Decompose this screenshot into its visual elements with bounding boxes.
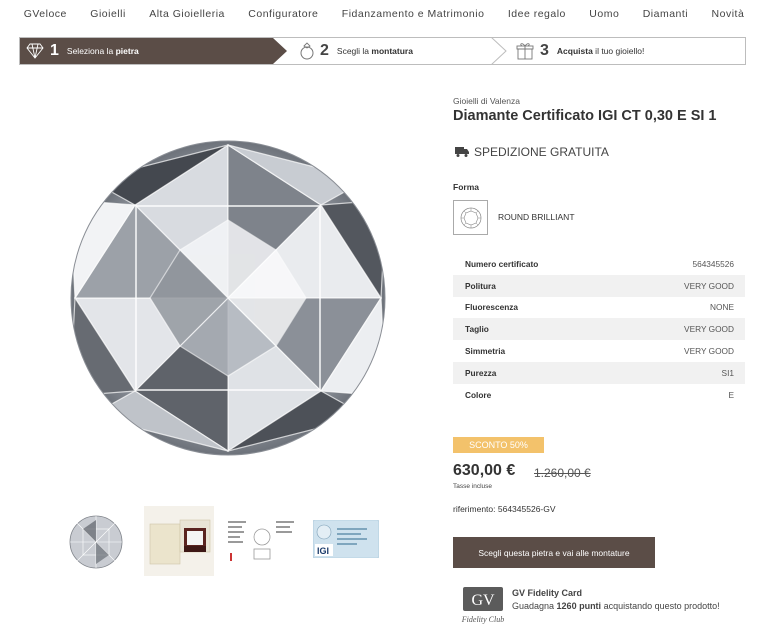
truck-icon [455,147,469,157]
tax-note: Tasse incluse [453,483,493,490]
step-2-number: 2 [320,42,329,59]
old-price: 1.260,00 € [534,466,591,480]
reference-code: riferimento: 564345526-GV [453,504,556,514]
step-3-label: Acquista il tuo gioiello! [556,46,645,56]
nav-item-alta-gioielleria[interactable]: Alta Gioielleria [149,8,225,20]
top-nav: GVeloce Gioielli Alta Gioielleria Config… [0,0,768,28]
shape-option[interactable] [453,200,488,235]
nav-item-configuratore[interactable]: Configuratore [248,8,318,20]
product-title: Diamante Certificato IGI CT 0,30 E SI 1 [453,108,717,124]
svg-text:Fidelity Club: Fidelity Club [461,615,504,624]
diamond-main-image[interactable] [70,140,386,456]
fidelity-title: GV Fidelity Card [512,588,583,598]
spec-row: Purezza SI1 [453,361,745,384]
svg-text:GV: GV [471,592,495,609]
round-brilliant-icon [460,207,481,228]
step-3-number: 3 [540,42,549,59]
nav-item-novita[interactable]: Novità [712,8,745,20]
spec-row: Numero certificato 564345526 [465,258,734,269]
thumbnail-certificate[interactable] [226,517,298,565]
nav-item-gveloce[interactable]: GVeloce [24,8,67,20]
step-1-number: 1 [50,42,59,59]
shipping-info: SPEDIZIONE GRATUITA [455,145,609,159]
thumbnail-igi-card[interactable]: IGI [313,520,379,558]
thumbnail-box[interactable] [144,506,214,576]
fidelity-club-logo: GV Fidelity Club [461,587,504,624]
step-separator-icon [490,37,507,65]
step-2-label: Scegli la montatura [336,46,413,56]
spec-row: Simmetria VERY GOOD [465,346,734,357]
steps-bar: 1 Seleziona la pietra 2 Scegli la montat… [19,37,746,65]
nav-item-fidanzamento[interactable]: Fidanzamento e Matrimonio [342,8,485,20]
nav-item-gioielli[interactable]: Gioielli [90,8,126,20]
step-2[interactable]: 2 Scegli la montatura [298,38,413,64]
thumbnail-diamond[interactable] [69,515,123,569]
spec-row: Fluorescenza NONE [465,302,734,313]
svg-text:IGI: IGI [317,546,329,556]
step-3[interactable]: 3 Acquista il tuo gioiello! [516,38,644,64]
fidelity-text: Guadagna 1260 punti acquistando questo p… [512,601,720,611]
step-1[interactable]: 1 Seleziona la pietra [26,38,139,64]
select-stone-button[interactable]: Scegli questa pietra e vai alle montatur… [453,537,655,568]
shape-label: Forma [453,182,479,192]
spec-row: Colore E [465,389,734,400]
current-price: 630,00 € [453,462,516,479]
nav-item-uomo[interactable]: Uomo [589,8,619,20]
shape-name: ROUND BRILLIANT [498,212,575,222]
nav-item-idee-regalo[interactable]: Idee regalo [508,8,566,20]
diamond-icon [26,42,44,60]
spec-row: Politura VERY GOOD [453,274,745,297]
product-brand[interactable]: Gioielli di Valenza [453,96,520,106]
spec-row: Taglio VERY GOOD [453,318,745,341]
discount-badge: SCONTO 50% [453,437,544,453]
gift-icon [516,42,534,60]
shipping-text: SPEDIZIONE GRATUITA [474,145,609,159]
specs-table: Numero certificato 564345526 Politura VERY… [453,253,745,406]
step-1-label: Seleziona la pietra [66,46,139,56]
nav-item-diamanti[interactable]: Diamanti [643,8,688,20]
ring-icon [298,42,316,60]
